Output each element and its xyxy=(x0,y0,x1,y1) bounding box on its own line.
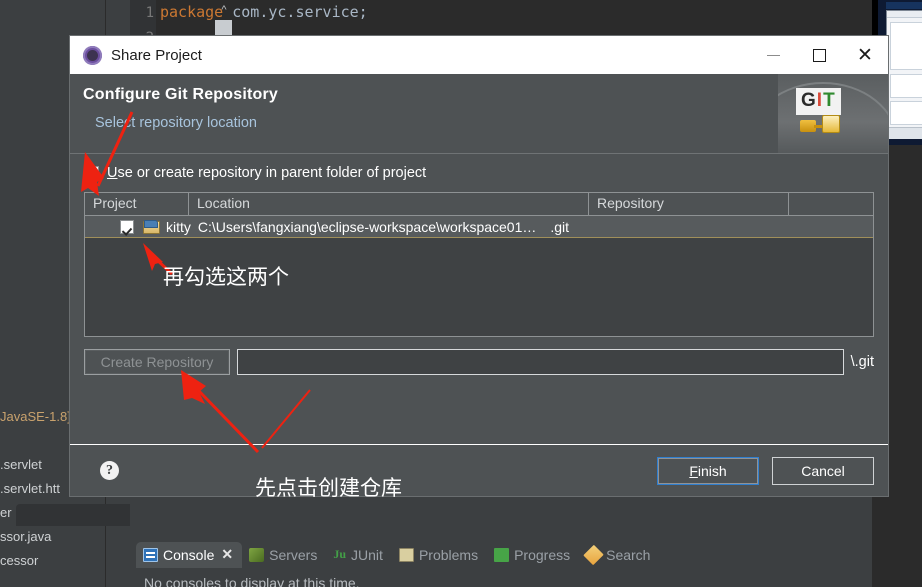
close-icon[interactable]: ✕ xyxy=(221,546,233,563)
share-project-icon xyxy=(83,45,102,65)
dialog-header: Configure Git Repository Select reposito… xyxy=(70,74,888,154)
scroll-up-icon[interactable]: ^ xyxy=(215,2,233,18)
git-logo: GIT xyxy=(796,88,841,115)
use-parent-folder-checkbox[interactable] xyxy=(84,165,99,181)
page-title: Configure Git Repository xyxy=(83,86,279,103)
label-mnemonic: U xyxy=(107,165,118,181)
column-header-repository[interactable]: Repository xyxy=(589,193,789,215)
minimize-button[interactable] xyxy=(750,36,796,74)
folder-icon xyxy=(143,220,160,234)
annotation-text-2: 先点击创建仓库 xyxy=(255,476,402,500)
path-suffix-label: \.git xyxy=(850,354,874,370)
tab-progress[interactable]: Progress xyxy=(487,543,579,568)
thumbnail-pane xyxy=(890,74,922,98)
problems-icon xyxy=(398,547,414,562)
progress-icon xyxy=(494,547,510,562)
tab-label: Search xyxy=(606,546,651,563)
search-icon xyxy=(583,544,604,565)
thumbnail-taskbar xyxy=(886,127,922,139)
banner-node-icon-2 xyxy=(822,115,840,133)
tab-label: Servers xyxy=(269,546,318,563)
row-project: kitty xyxy=(166,218,191,235)
window-controls: ✕ xyxy=(750,36,888,74)
dialog-body: Use or create repository in parent folde… xyxy=(70,154,888,444)
tab-label: Console xyxy=(163,546,215,563)
console-empty-message: No consoles to display at this time. xyxy=(138,571,922,587)
editor-tab-strip xyxy=(16,504,136,526)
close-icon: ✕ xyxy=(857,43,873,66)
thumbnail-toolbar xyxy=(887,11,922,18)
tab-problems[interactable]: Problems xyxy=(392,543,487,568)
row-location: C:\Users\fangxiang\eclipse-workspace\wor… xyxy=(197,218,537,235)
create-repository-button[interactable]: Create Repository xyxy=(84,349,230,375)
minimize-icon xyxy=(766,54,780,56)
console-panel: Console ✕ Servers Ju JUnit Problems Prog… xyxy=(130,497,922,587)
dialog-titlebar[interactable]: Share Project ✕ xyxy=(70,36,888,74)
code-line-1: 1 package com.yc.service; xyxy=(130,0,922,25)
tab-servers[interactable]: Servers xyxy=(242,543,326,568)
column-header-project[interactable]: Project xyxy=(85,193,189,215)
tab-search[interactable]: Search xyxy=(579,543,659,568)
maximize-button[interactable] xyxy=(796,36,842,74)
line-number: 1 xyxy=(145,5,154,21)
thumbnail-titlebar xyxy=(886,2,922,9)
dialog-footer: ? Finish Cancel xyxy=(70,444,888,496)
tree-item[interactable]: cessor xyxy=(0,549,106,573)
junit-icon: Ju xyxy=(333,547,347,561)
code-text: com.yc.service; xyxy=(223,3,368,21)
thumbnail-pane xyxy=(890,22,922,70)
page-subtitle: Select repository location xyxy=(95,115,257,131)
finish-label: inish xyxy=(697,462,727,479)
tab-label: Progress xyxy=(514,546,571,563)
label-text: se or create repository in parent folder… xyxy=(117,165,427,181)
use-parent-folder-row[interactable]: Use or create repository in parent folde… xyxy=(84,165,874,181)
cancel-button[interactable]: Cancel xyxy=(772,456,874,485)
finish-button[interactable]: Finish xyxy=(657,456,759,485)
create-repository-row: Create Repository \.git xyxy=(84,349,874,375)
maximize-icon xyxy=(812,48,826,62)
row-repository: .git xyxy=(550,218,570,235)
table-header: Project Location Repository xyxy=(85,193,873,216)
help-icon[interactable]: ? xyxy=(100,461,119,480)
git-logo-g: G xyxy=(801,90,817,111)
thumbnail-pane xyxy=(890,101,922,125)
thumbnail-content xyxy=(886,10,922,130)
column-header-extra[interactable] xyxy=(789,193,873,215)
servers-icon xyxy=(249,547,265,562)
console-icon xyxy=(143,547,158,562)
row-checkbox[interactable] xyxy=(120,219,134,234)
table-row[interactable]: kitty C:\Users\fangxiang\eclipse-workspa… xyxy=(85,216,873,238)
repository-path-input[interactable] xyxy=(237,349,844,375)
use-parent-folder-label: Use or create repository in parent folde… xyxy=(107,165,426,181)
finish-mnemonic: F xyxy=(689,462,698,479)
tree-item[interactable]: ssor.java xyxy=(0,525,106,549)
close-button[interactable]: ✕ xyxy=(842,36,888,74)
code-keyword: package xyxy=(160,3,224,21)
tab-label: Problems xyxy=(418,546,479,563)
tab-junit[interactable]: Ju JUnit xyxy=(326,543,392,568)
column-header-location[interactable]: Location xyxy=(189,193,589,215)
tab-console[interactable]: Console ✕ xyxy=(136,542,243,568)
console-tab-bar: Console ✕ Servers Ju JUnit Problems Prog… xyxy=(136,541,659,569)
dialog-title: Share Project xyxy=(111,46,202,64)
tab-label: JUnit xyxy=(351,546,383,563)
git-logo-t: T xyxy=(823,90,836,111)
annotation-text-1: 再勾选这两个 xyxy=(163,265,289,289)
git-banner-image: GIT xyxy=(778,74,888,153)
